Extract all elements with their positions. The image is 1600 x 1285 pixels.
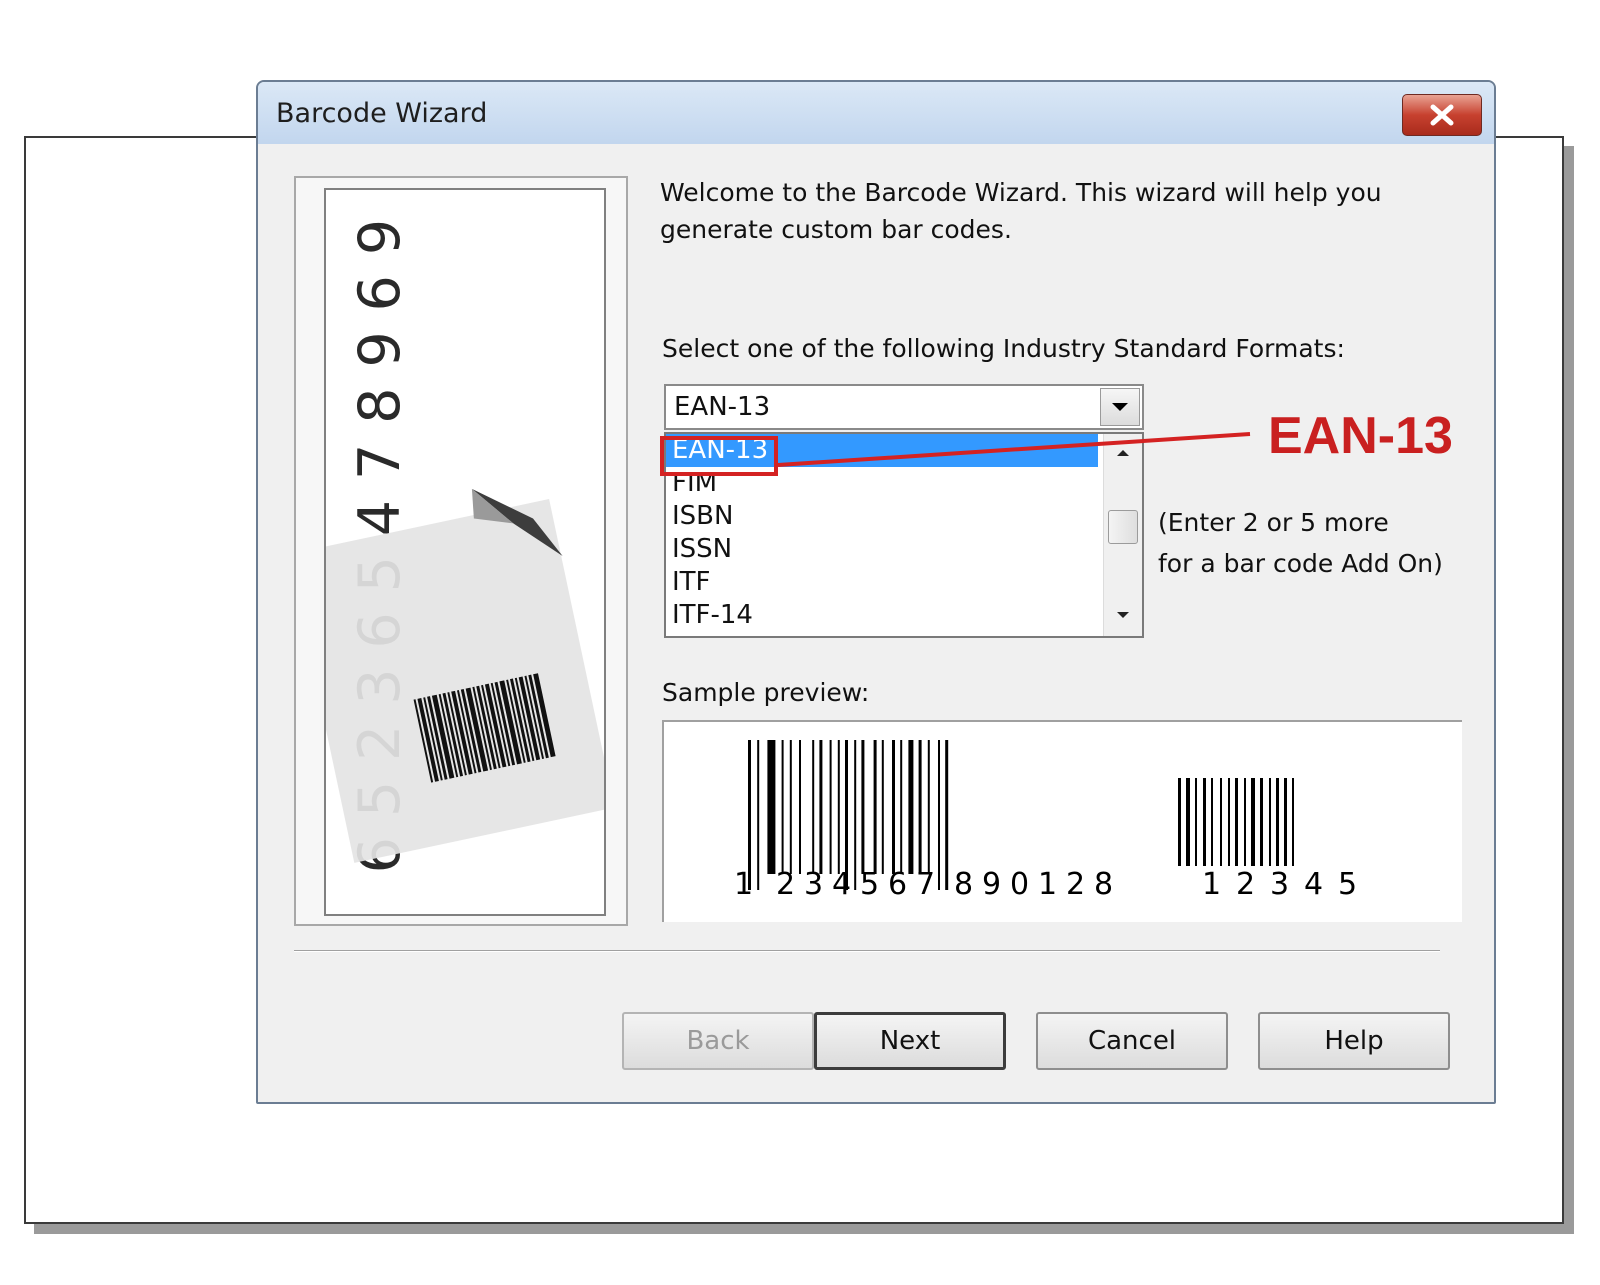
close-icon xyxy=(1430,104,1454,126)
wizard-side-art: 652365478969 xyxy=(294,176,628,926)
preview-bar xyxy=(873,740,877,874)
barcode-illustration: 652365478969 xyxy=(324,188,606,916)
addon-bar xyxy=(1220,778,1222,866)
sample-preview-label: Sample preview: xyxy=(662,678,870,707)
art-digit: 8 xyxy=(347,387,413,423)
addon-hint-line-1: (Enter 2 or 5 more xyxy=(1158,508,1389,537)
addon-bar xyxy=(1228,778,1230,866)
preview-digit: 8 xyxy=(1094,867,1113,902)
addon-bar xyxy=(1203,778,1206,866)
addon-digit: 1 xyxy=(1202,867,1221,902)
addon-bar xyxy=(1244,778,1246,866)
preview-bar xyxy=(938,740,940,890)
preview-digit: 1 xyxy=(734,867,753,902)
preview-bar xyxy=(927,740,930,874)
scroll-thumb[interactable] xyxy=(1108,510,1138,544)
preview-bar xyxy=(829,740,832,874)
preview-bar xyxy=(757,740,760,890)
scroll-up-icon xyxy=(1117,450,1129,456)
preview-bar xyxy=(819,740,823,874)
preview-bar xyxy=(781,740,784,874)
preview-bar xyxy=(908,740,914,874)
sample-preview-box: 1234567890128 12345 xyxy=(662,720,1462,922)
addon-bar xyxy=(1195,778,1197,866)
list-item-itf[interactable]: ITF xyxy=(666,566,1098,599)
addon-digit: 2 xyxy=(1236,867,1255,902)
preview-bar xyxy=(892,740,895,874)
barcode-art-image: 652365478969 xyxy=(326,219,604,873)
format-select-label: Select one of the following Industry Sta… xyxy=(662,334,1345,363)
art-digit: 6 xyxy=(347,275,413,311)
preview-digit: 7 xyxy=(916,867,935,902)
addon-hint-line-2: for a bar code Add On) xyxy=(1158,549,1443,578)
addon-digit: 4 xyxy=(1304,867,1323,902)
addon-bar xyxy=(1235,778,1238,866)
preview-bar xyxy=(789,740,792,874)
annotation-label: EAN-13 xyxy=(1268,407,1453,465)
preview-digit: 2 xyxy=(1066,867,1085,902)
addon-digit: 3 xyxy=(1270,867,1289,902)
preview-digit: 9 xyxy=(982,867,1001,902)
list-item-isbn[interactable]: ISBN xyxy=(666,500,1098,533)
addon-bar xyxy=(1284,778,1287,866)
art-digit: 7 xyxy=(347,444,413,480)
addon-bar xyxy=(1211,778,1213,866)
footer-separator xyxy=(294,950,1440,952)
preview-bar xyxy=(799,740,801,874)
next-button[interactable]: Next xyxy=(814,1012,1006,1070)
preview-bar xyxy=(837,740,840,874)
preview-bar xyxy=(861,740,865,874)
preview-digit: 3 xyxy=(804,867,823,902)
cancel-button[interactable]: Cancel xyxy=(1036,1012,1228,1070)
preview-bar xyxy=(900,740,903,874)
preview-bar xyxy=(854,740,857,890)
back-button[interactable]: Back xyxy=(622,1012,814,1070)
welcome-line-1: Welcome to the Barcode Wizard. This wiza… xyxy=(660,178,1382,207)
preview-bar xyxy=(767,740,776,874)
scroll-up-button[interactable] xyxy=(1104,438,1142,468)
preview-bar xyxy=(918,740,922,874)
title-bar: Barcode Wizard xyxy=(258,82,1494,144)
chevron-down-icon xyxy=(1112,403,1128,411)
preview-digit: 5 xyxy=(860,867,879,902)
preview-bar xyxy=(812,740,815,874)
addon-digit: 5 xyxy=(1338,867,1357,902)
help-button[interactable]: Help xyxy=(1258,1012,1450,1070)
dropdown-button[interactable] xyxy=(1100,388,1140,426)
addon-bar xyxy=(1260,778,1263,866)
preview-digit: 4 xyxy=(832,867,851,902)
format-combobox-value: EAN-13 xyxy=(674,392,771,422)
scroll-down-button[interactable] xyxy=(1104,600,1142,630)
addon-bar xyxy=(1186,778,1190,866)
list-item-issn[interactable]: ISSN xyxy=(666,533,1098,566)
list-scrollbar[interactable] xyxy=(1103,434,1142,636)
barcode-preview-image: 1234567890128 12345 xyxy=(734,740,1357,902)
window-title: Barcode Wizard xyxy=(276,98,488,129)
preview-digit: 8 xyxy=(954,867,973,902)
addon-bar xyxy=(1251,778,1255,866)
art-digit: 9 xyxy=(347,331,413,367)
scroll-down-icon xyxy=(1117,612,1129,618)
list-item-itf-14[interactable]: ITF-14 xyxy=(666,599,1098,632)
preview-digit: 1 xyxy=(1038,867,1057,902)
preview-bar xyxy=(881,740,884,874)
close-button[interactable] xyxy=(1402,94,1482,136)
preview-digit: 0 xyxy=(1010,867,1029,902)
preview-digit: 2 xyxy=(776,867,795,902)
preview-bar xyxy=(945,740,949,890)
art-digit: 9 xyxy=(347,219,413,255)
welcome-line-2: generate custom bar codes. xyxy=(660,215,1012,244)
addon-bar xyxy=(1292,778,1294,866)
barcode-wizard-dialog: Barcode Wizard 652365478969 Welcome to t xyxy=(256,80,1496,1104)
addon-bar xyxy=(1276,778,1279,866)
format-combobox[interactable]: EAN-13 xyxy=(664,384,1144,430)
annotation-highlight-box xyxy=(660,436,778,476)
preview-digit: 6 xyxy=(888,867,907,902)
welcome-text: Welcome to the Barcode Wizard. This wiza… xyxy=(660,174,1440,248)
addon-bar xyxy=(1269,778,1271,866)
addon-hint-text: (Enter 2 or 5 more for a bar code Add On… xyxy=(1158,502,1443,584)
addon-bar xyxy=(1178,778,1181,866)
